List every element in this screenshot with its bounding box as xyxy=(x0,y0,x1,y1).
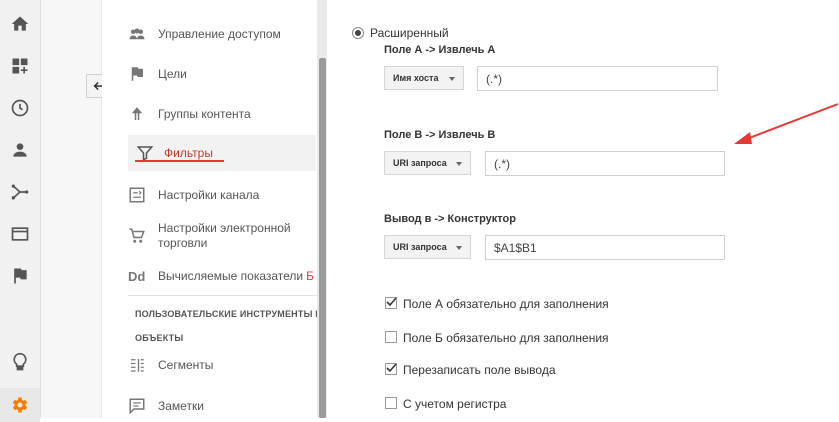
behavior-icon[interactable] xyxy=(8,222,32,246)
nav-item-label: Цели xyxy=(158,67,187,81)
checkmark-icon xyxy=(386,363,397,373)
field-b-select-value: URI запроса xyxy=(393,158,447,168)
nav-divider xyxy=(128,295,317,296)
field-a-required-checkbox[interactable] xyxy=(385,297,397,309)
output-select-value: URI запроса xyxy=(393,242,447,252)
nav-item-label: Вычисляемые показатели xyxy=(158,269,304,283)
nav-item-label: Заметки xyxy=(158,399,204,413)
output-input[interactable] xyxy=(485,235,725,260)
section-heading-objects: ОБЪЕКТЫ xyxy=(135,333,184,343)
nav-item-filters[interactable]: Фильтры xyxy=(128,135,316,171)
advanced-radio-label: Расширенный xyxy=(370,26,449,40)
chevron-down-icon xyxy=(449,77,455,81)
field-a-input[interactable] xyxy=(477,66,718,91)
nav-item-label: Группы контента xyxy=(158,107,251,121)
field-b-select[interactable]: URI запроса xyxy=(384,151,471,175)
home-icon[interactable] xyxy=(8,12,32,36)
field-a-required-label: Поле А обязательно для заполнения xyxy=(403,297,609,311)
admin-nav-panel: Управление доступом Цели Группы контента… xyxy=(102,0,317,418)
nav-item-label: Фильтры xyxy=(164,146,213,160)
person-icon[interactable] xyxy=(8,138,32,162)
lightbulb-icon[interactable] xyxy=(8,350,32,374)
left-icon-rail xyxy=(0,0,41,422)
field-a-label: Поле А -> Извлечь А xyxy=(384,44,496,56)
output-label: Вывод в -> Конструктор xyxy=(384,213,516,225)
field-a-select-value: Имя хоста xyxy=(393,73,439,83)
nav-item-content-groups[interactable]: Группы контента xyxy=(128,104,318,124)
calculated-metrics-icon: Dd xyxy=(128,268,146,284)
nav-item-access-management[interactable]: Управление доступом xyxy=(128,24,318,44)
nav-item-goals[interactable]: Цели xyxy=(128,64,318,84)
cart-icon xyxy=(128,227,150,245)
beta-badge: Б xyxy=(306,269,314,283)
section-heading-personal-tools: ПОЛЬЗОВАТЕЛЬСКИЕ ИНСТРУМЕНТЫ И xyxy=(135,309,317,319)
chevron-down-icon xyxy=(456,246,462,250)
checkmark-icon xyxy=(386,297,397,307)
chevron-down-icon xyxy=(456,162,462,166)
clock-icon[interactable] xyxy=(8,96,32,120)
field-b-required-label: Поле Б обязательно для заполнения xyxy=(403,331,609,345)
override-output-checkbox[interactable] xyxy=(385,363,397,375)
field-b-input[interactable] xyxy=(485,151,725,176)
nav-item-channel-settings[interactable]: Настройки канала xyxy=(128,185,318,205)
case-sensitive-checkbox[interactable] xyxy=(385,397,397,409)
filters-highlight-underline xyxy=(135,160,224,162)
content-group-icon xyxy=(128,105,150,123)
nav-item-label: Настройки электронной торговли xyxy=(158,221,291,250)
acquisition-icon[interactable] xyxy=(8,180,32,204)
nav-item-annotations[interactable]: Заметки xyxy=(128,396,318,416)
override-output-label: Перезаписать поле вывода xyxy=(403,363,556,377)
notes-icon xyxy=(128,397,150,415)
nav-scrollbar-thumb[interactable] xyxy=(319,58,326,418)
flag-icon xyxy=(128,65,150,83)
field-a-select[interactable]: Имя хоста xyxy=(384,66,464,90)
nav-item-label: Настройки канала xyxy=(158,188,260,202)
nav-item-label: Управление доступом xyxy=(158,27,281,41)
group-icon xyxy=(128,25,150,43)
nav-item-ecommerce-settings[interactable]: Настройки электронной торговли xyxy=(128,221,318,251)
output-select[interactable]: URI запроса xyxy=(384,235,471,259)
advanced-radio[interactable] xyxy=(352,27,364,39)
field-b-required-checkbox[interactable] xyxy=(385,331,397,343)
red-annotation-arrow xyxy=(734,103,839,144)
admin-column xyxy=(41,0,102,418)
dashboard-customize-icon[interactable] xyxy=(8,54,32,78)
channel-settings-icon xyxy=(128,186,150,204)
field-b-label: Поле В -> Извлечь В xyxy=(384,129,496,141)
nav-item-segments[interactable]: Сегменты xyxy=(128,355,318,375)
segments-icon xyxy=(128,356,150,374)
gear-icon[interactable] xyxy=(0,388,40,422)
case-sensitive-label: С учетом регистра xyxy=(403,397,507,411)
flag-icon[interactable] xyxy=(8,264,32,288)
nav-item-calculated-metrics[interactable]: Dd Вычисляемые показатели Б xyxy=(128,266,318,286)
nav-item-label: Сегменты xyxy=(158,358,214,372)
